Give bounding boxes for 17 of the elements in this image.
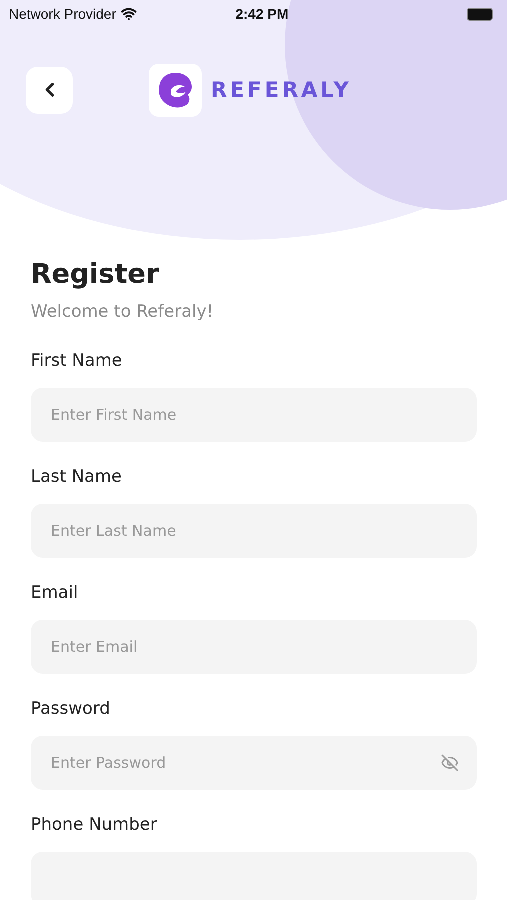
back-button[interactable]: [26, 66, 73, 114]
field-label: Email: [31, 582, 80, 604]
field-label: Password: [31, 698, 112, 720]
page-subtitle: Welcome to Referaly!: [31, 302, 215, 322]
page-title: Register: [31, 258, 160, 292]
carrier-name: Network Provider: [9, 6, 116, 22]
field-label: Last Name: [31, 466, 123, 488]
hide-password-icon[interactable]: [441, 754, 459, 772]
status-time: 2:42 PM: [236, 6, 289, 22]
input-field[interactable]: Enter Password: [31, 736, 477, 790]
brand-name: REFERALY: [211, 78, 352, 102]
wifi-icon: [121, 6, 138, 22]
field-label: First Name: [31, 350, 124, 372]
input-field[interactable]: Enter Last Name: [31, 504, 477, 558]
input-field[interactable]: Enter First Name: [31, 388, 477, 442]
input-field[interactable]: Enter Email: [31, 620, 477, 674]
field-label: Phone Number: [31, 814, 158, 836]
